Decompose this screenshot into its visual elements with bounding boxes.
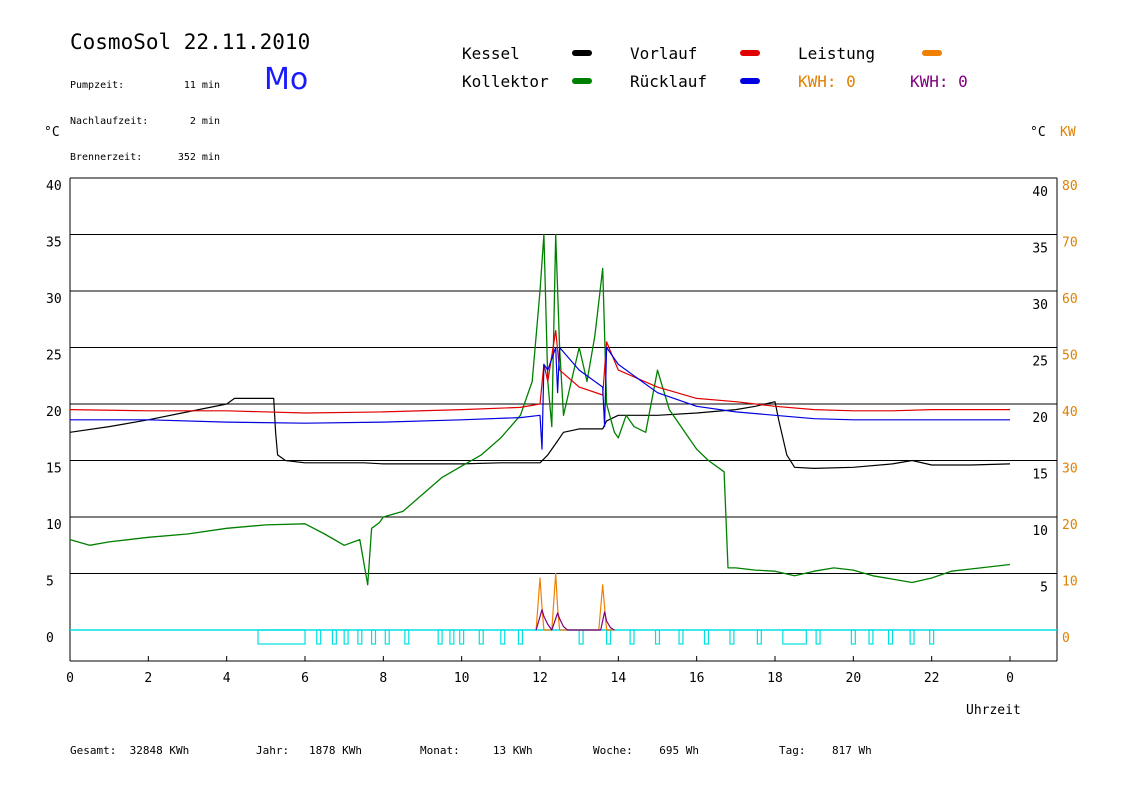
y-tick-right-kw: 10 (1062, 575, 1078, 590)
series-lines (69, 233, 1011, 631)
pump-interval (437, 629, 443, 645)
y-tick-right-kw: 0 (1062, 631, 1070, 646)
pump-interval (729, 629, 735, 645)
pump-interval (868, 629, 874, 645)
y-tick-right: 35 (1032, 242, 1048, 257)
pump-intervals (257, 629, 935, 645)
y-tick-left: 30 (46, 292, 62, 307)
footer-value: 32848 KWh (129, 744, 190, 757)
temperature-chart: 0510152025303540510152025303540010203040… (44, 125, 1078, 718)
footer-label: Woche: (593, 744, 633, 757)
pump-interval (517, 629, 523, 645)
pump-interval (331, 629, 337, 645)
x-tick: 0 (1006, 671, 1014, 686)
pump-interval (404, 629, 410, 645)
series-line-kollektor (69, 233, 1011, 586)
y-axis-label-left: °C (44, 125, 60, 140)
y-tick-right-kw: 70 (1062, 236, 1078, 251)
y-tick-left: 40 (46, 179, 62, 194)
footer-woche: Woche: 695 Wh (593, 744, 699, 757)
footer-value: 13 KWh (492, 744, 533, 757)
footer-label: Tag: (779, 744, 806, 757)
footer-value: 817 Wh (832, 744, 872, 757)
footer-value: 1878 KWh (309, 744, 362, 757)
y-tick-right-kw: 40 (1062, 405, 1078, 420)
pump-interval (929, 629, 935, 645)
x-tick: 8 (379, 671, 387, 686)
footer-jahr: Jahr: 1878 KWh (256, 744, 362, 757)
x-tick: 2 (144, 671, 152, 686)
footer-label: Jahr: (256, 744, 290, 757)
footer-label: Gesamt: (70, 744, 117, 757)
pump-interval (370, 629, 377, 645)
y-tick-right: 20 (1032, 411, 1048, 426)
y-tick-right-kw: 30 (1062, 462, 1078, 477)
y-axis-label-right-kw: KW (1060, 125, 1076, 140)
x-tick: 22 (924, 671, 940, 686)
pump-interval (578, 629, 584, 645)
y-tick-left: 25 (46, 349, 62, 364)
footer-monat: Monat: 13 KWh (420, 744, 533, 757)
pump-interval (703, 629, 710, 645)
pump-interval (782, 629, 807, 645)
x-tick: 10 (454, 671, 470, 686)
y-tick-right-kw: 80 (1062, 179, 1078, 194)
grid (70, 177, 1057, 574)
y-tick-right: 30 (1032, 298, 1048, 313)
footer-label: Monat: (420, 744, 460, 757)
y-tick-right: 5 (1040, 581, 1048, 596)
pump-interval (909, 629, 915, 645)
pump-interval (343, 629, 349, 645)
pump-interval (459, 629, 465, 645)
y-tick-right-kw: 60 (1062, 292, 1078, 307)
tick-labels: 0510152025303540510152025303540010203040… (46, 179, 1078, 686)
pump-interval (887, 629, 894, 645)
y-tick-left: 10 (46, 518, 62, 533)
x-tick: 12 (532, 671, 548, 686)
pump-interval (678, 629, 684, 645)
pump-interval (605, 629, 612, 645)
y-tick-right: 25 (1032, 355, 1048, 370)
x-tick: 0 (66, 671, 74, 686)
pump-interval (850, 629, 856, 645)
x-tick: 18 (767, 671, 783, 686)
y-tick-right: 10 (1032, 524, 1048, 539)
y-tick-left: 5 (46, 575, 54, 590)
y-tick-left: 35 (46, 236, 62, 251)
x-axis-label: Uhrzeit (966, 703, 1021, 718)
footer-gesamt: Gesamt: 32848 KWh (70, 744, 189, 757)
y-tick-right: 15 (1032, 468, 1048, 483)
y-tick-left: 0 (46, 631, 54, 646)
series-line-kessel (69, 397, 1011, 469)
y-tick-right-kw: 50 (1062, 349, 1078, 364)
series-line-kwh (535, 609, 615, 631)
pump-interval (654, 629, 661, 645)
y-axis-label-right: °C (1030, 125, 1046, 140)
pump-interval (500, 629, 506, 645)
pump-interval (316, 629, 322, 645)
series-line-vorlauf (69, 330, 1010, 414)
x-tick: 14 (611, 671, 627, 686)
x-tick: 4 (223, 671, 231, 686)
footer-tag: Tag: 817 Wh (779, 744, 872, 757)
y-tick-right: 40 (1032, 185, 1048, 200)
footer-value: 695 Wh (659, 744, 699, 757)
pump-interval (384, 629, 390, 645)
pump-interval (357, 629, 363, 645)
y-tick-left: 20 (46, 405, 62, 420)
x-tick: 6 (301, 671, 309, 686)
pump-interval (756, 629, 762, 645)
pump-interval (629, 629, 635, 645)
y-tick-right-kw: 20 (1062, 518, 1078, 533)
x-tick: 16 (689, 671, 705, 686)
pump-interval (257, 629, 306, 645)
pump-interval (478, 629, 484, 645)
y-tick-left: 15 (46, 462, 62, 477)
pump-interval (815, 629, 821, 645)
pump-interval (449, 629, 455, 645)
x-tick: 20 (846, 671, 862, 686)
